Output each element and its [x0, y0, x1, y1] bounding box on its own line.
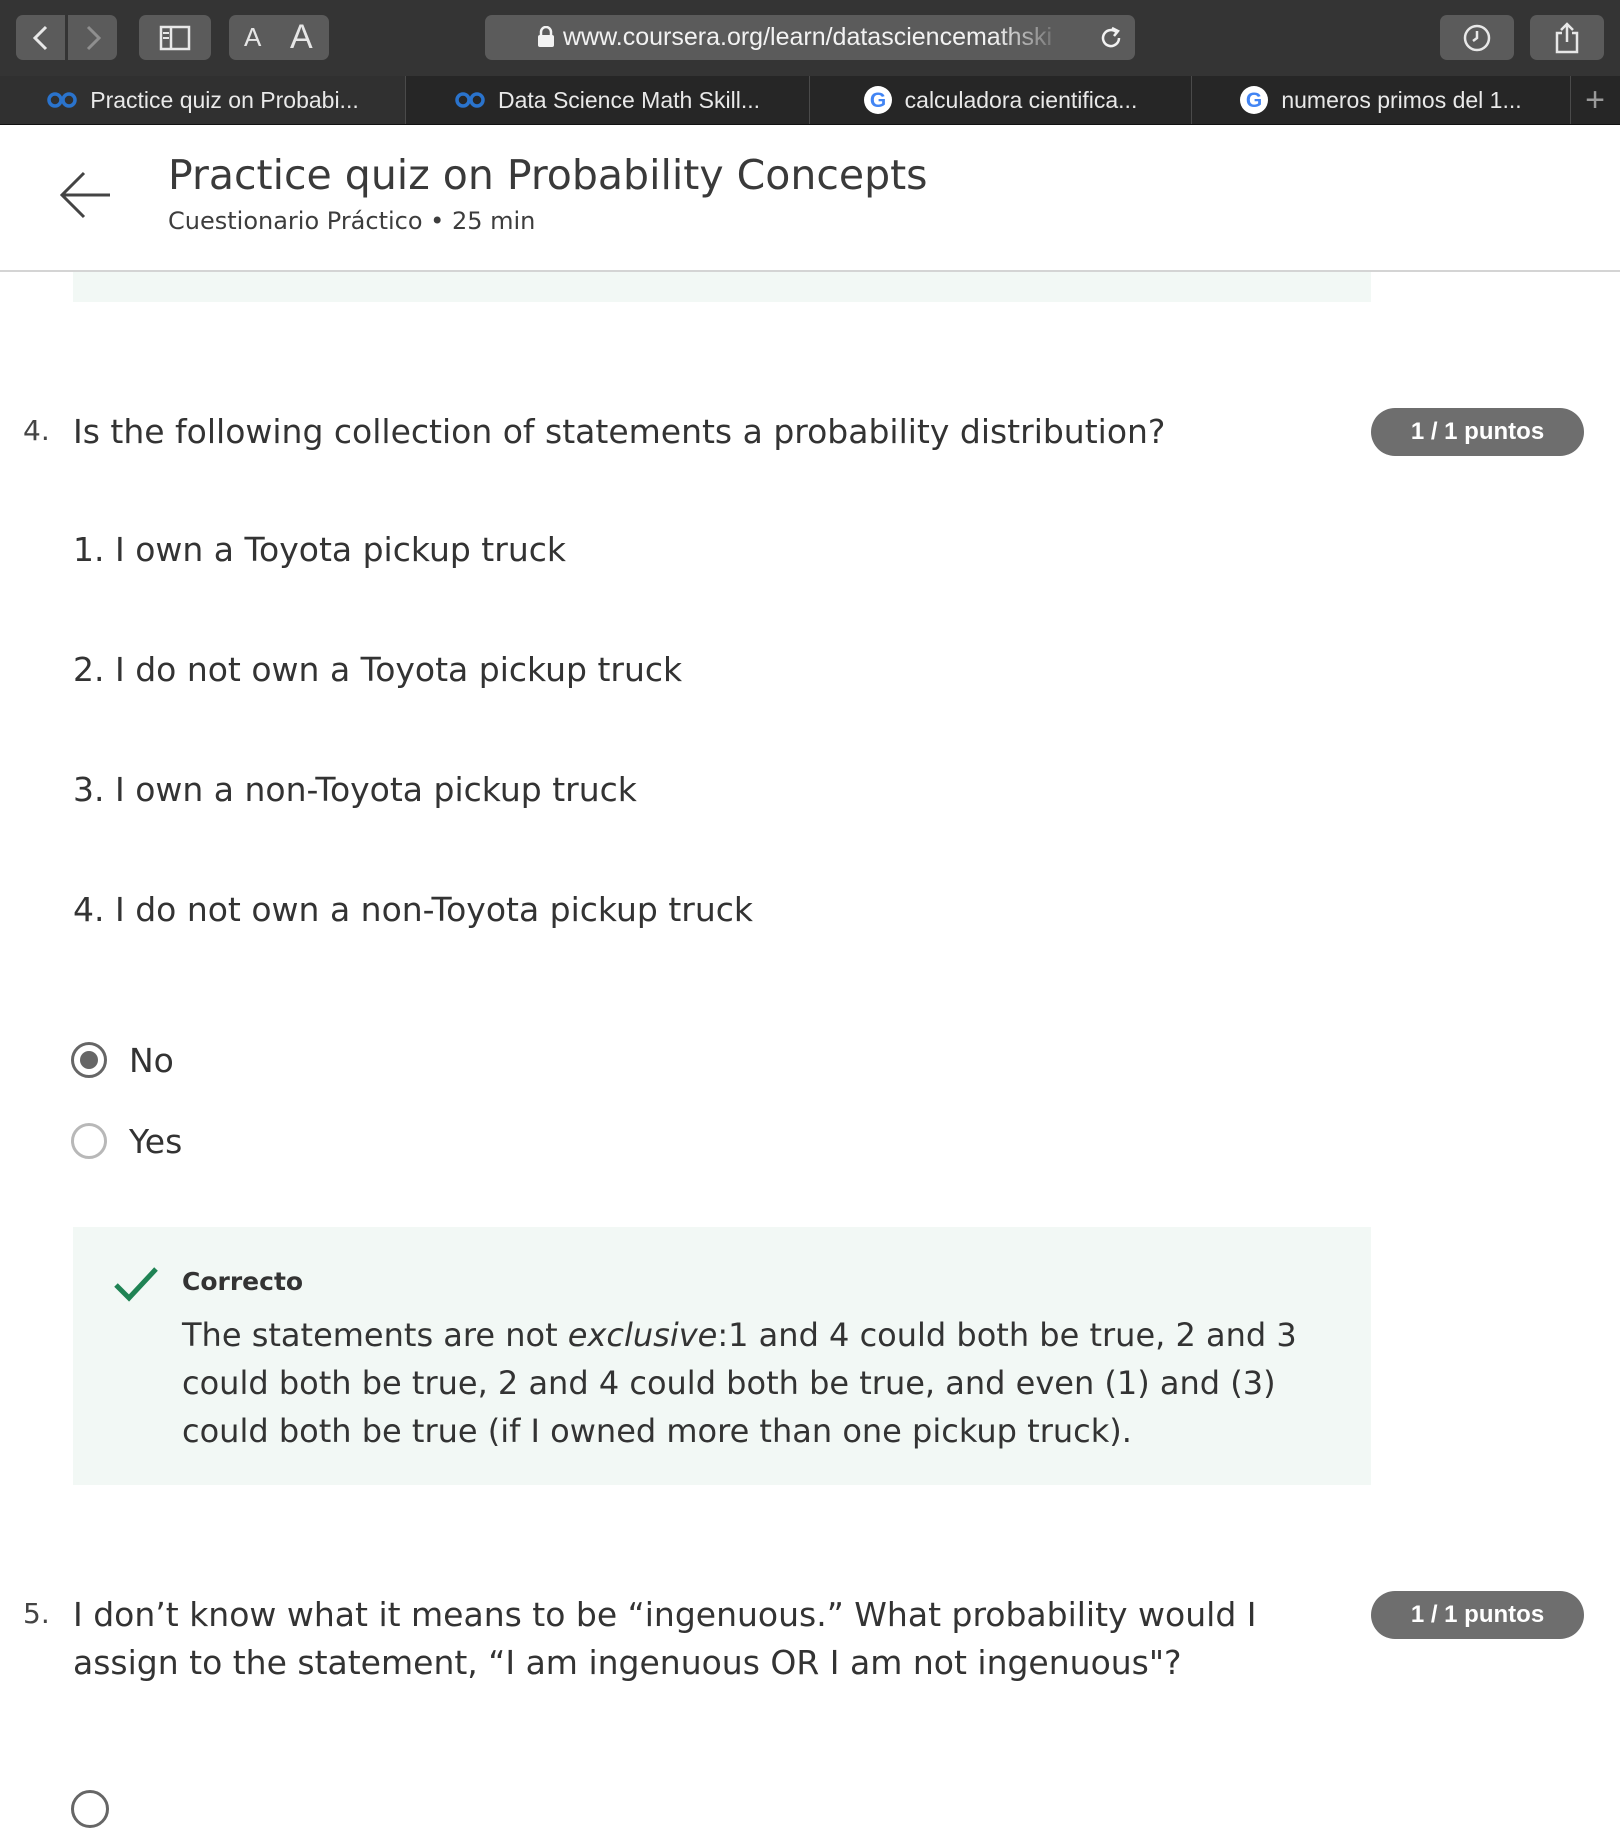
svg-text:G: G [869, 89, 885, 112]
statement-item: 4. I do not own a non-Toyota pickup truc… [73, 890, 754, 929]
radio-button-selected[interactable] [71, 1042, 107, 1078]
google-icon: G [1239, 85, 1269, 115]
feedback-status: Correcto [182, 1267, 304, 1296]
feedback-text-start: The statements are not [182, 1316, 568, 1354]
share-button[interactable] [1530, 15, 1604, 60]
tab-label: calculadora cientifica... [904, 86, 1138, 113]
option-label: Yes [129, 1121, 183, 1161]
increase-text-size-button[interactable]: A [290, 15, 313, 60]
forward-button[interactable] [68, 15, 117, 60]
statement-item: 1. I own a Toyota pickup truck [73, 530, 566, 569]
google-icon: G [863, 85, 893, 115]
checkmark-icon [114, 1267, 158, 1302]
tab-practice-quiz[interactable]: Practice quiz on Probabi... [0, 76, 406, 124]
chevron-right-icon [86, 25, 101, 50]
back-button[interactable] [16, 15, 65, 60]
question-text: Is the following collection of statement… [73, 412, 1166, 451]
back-arrow-icon[interactable] [58, 170, 112, 220]
clock-icon [1463, 24, 1491, 51]
option-label: No [129, 1040, 174, 1080]
url-fade [995, 15, 1065, 60]
reload-icon[interactable] [1098, 25, 1124, 51]
history-button[interactable] [1440, 15, 1514, 60]
feedback-text: The statements are not exclusive:1 and 4… [182, 1311, 1332, 1455]
answer-option-no[interactable]: No [71, 1038, 174, 1082]
url-text: www.coursera.org/learn/datasciencemathsk… [563, 23, 1053, 51]
decrease-text-size-button[interactable]: A [244, 15, 261, 60]
statement-item: 2. I do not own a Toyota pickup truck [73, 650, 683, 689]
tab-numeros-primos[interactable]: G numeros primos del 1... [1191, 76, 1571, 124]
question-number: 5. [23, 1597, 50, 1630]
question-number: 4. [23, 414, 50, 447]
share-icon [1555, 21, 1579, 53]
page-subtitle: Cuestionario Práctico • 25 min [168, 207, 536, 235]
tab-label: Data Science Math Skill... [497, 86, 761, 113]
page-title: Practice quiz on Probability Concepts [168, 151, 928, 199]
tab-calculadora[interactable]: G calculadora cientifica... [809, 76, 1192, 124]
coursera-icon [454, 91, 486, 109]
tab-bar: Practice quiz on Probabi... Data Science… [0, 76, 1620, 125]
new-tab-button[interactable]: + [1570, 76, 1620, 124]
tab-data-science-math[interactable]: Data Science Math Skill... [405, 76, 810, 124]
tab-label: Practice quiz on Probabi... [90, 86, 359, 113]
statement-item: 3. I own a non-Toyota pickup truck [73, 770, 637, 809]
svg-text:G: G [1246, 89, 1262, 112]
coursera-icon [46, 91, 78, 109]
question-text: I don’t know what it means to be “ingenu… [73, 1595, 1257, 1682]
sidebar-button[interactable] [139, 15, 211, 60]
chevron-left-icon [32, 25, 47, 50]
lock-icon [538, 26, 554, 47]
quiz-header: Practice quiz on Probability Concepts Cu… [0, 125, 1620, 272]
answer-option-yes[interactable]: Yes [71, 1119, 182, 1163]
tab-label: numeros primos del 1... [1281, 86, 1522, 113]
sidebar-icon [159, 25, 191, 50]
radio-button[interactable] [71, 1123, 107, 1159]
points-badge: 1 / 1 puntos [1371, 1591, 1584, 1639]
address-bar[interactable]: www.coursera.org/learn/datasciencemathsk… [485, 15, 1135, 60]
feedback-panel: Correcto The statements are not exclusiv… [73, 1227, 1371, 1485]
previous-feedback-panel [73, 272, 1371, 302]
feedback-text-emphasis: exclusive [567, 1316, 718, 1354]
radio-button[interactable] [71, 1790, 109, 1828]
browser-toolbar: A A www.coursera.org/learn/datasciencema… [0, 0, 1620, 77]
points-badge: 1 / 1 puntos [1371, 408, 1584, 456]
